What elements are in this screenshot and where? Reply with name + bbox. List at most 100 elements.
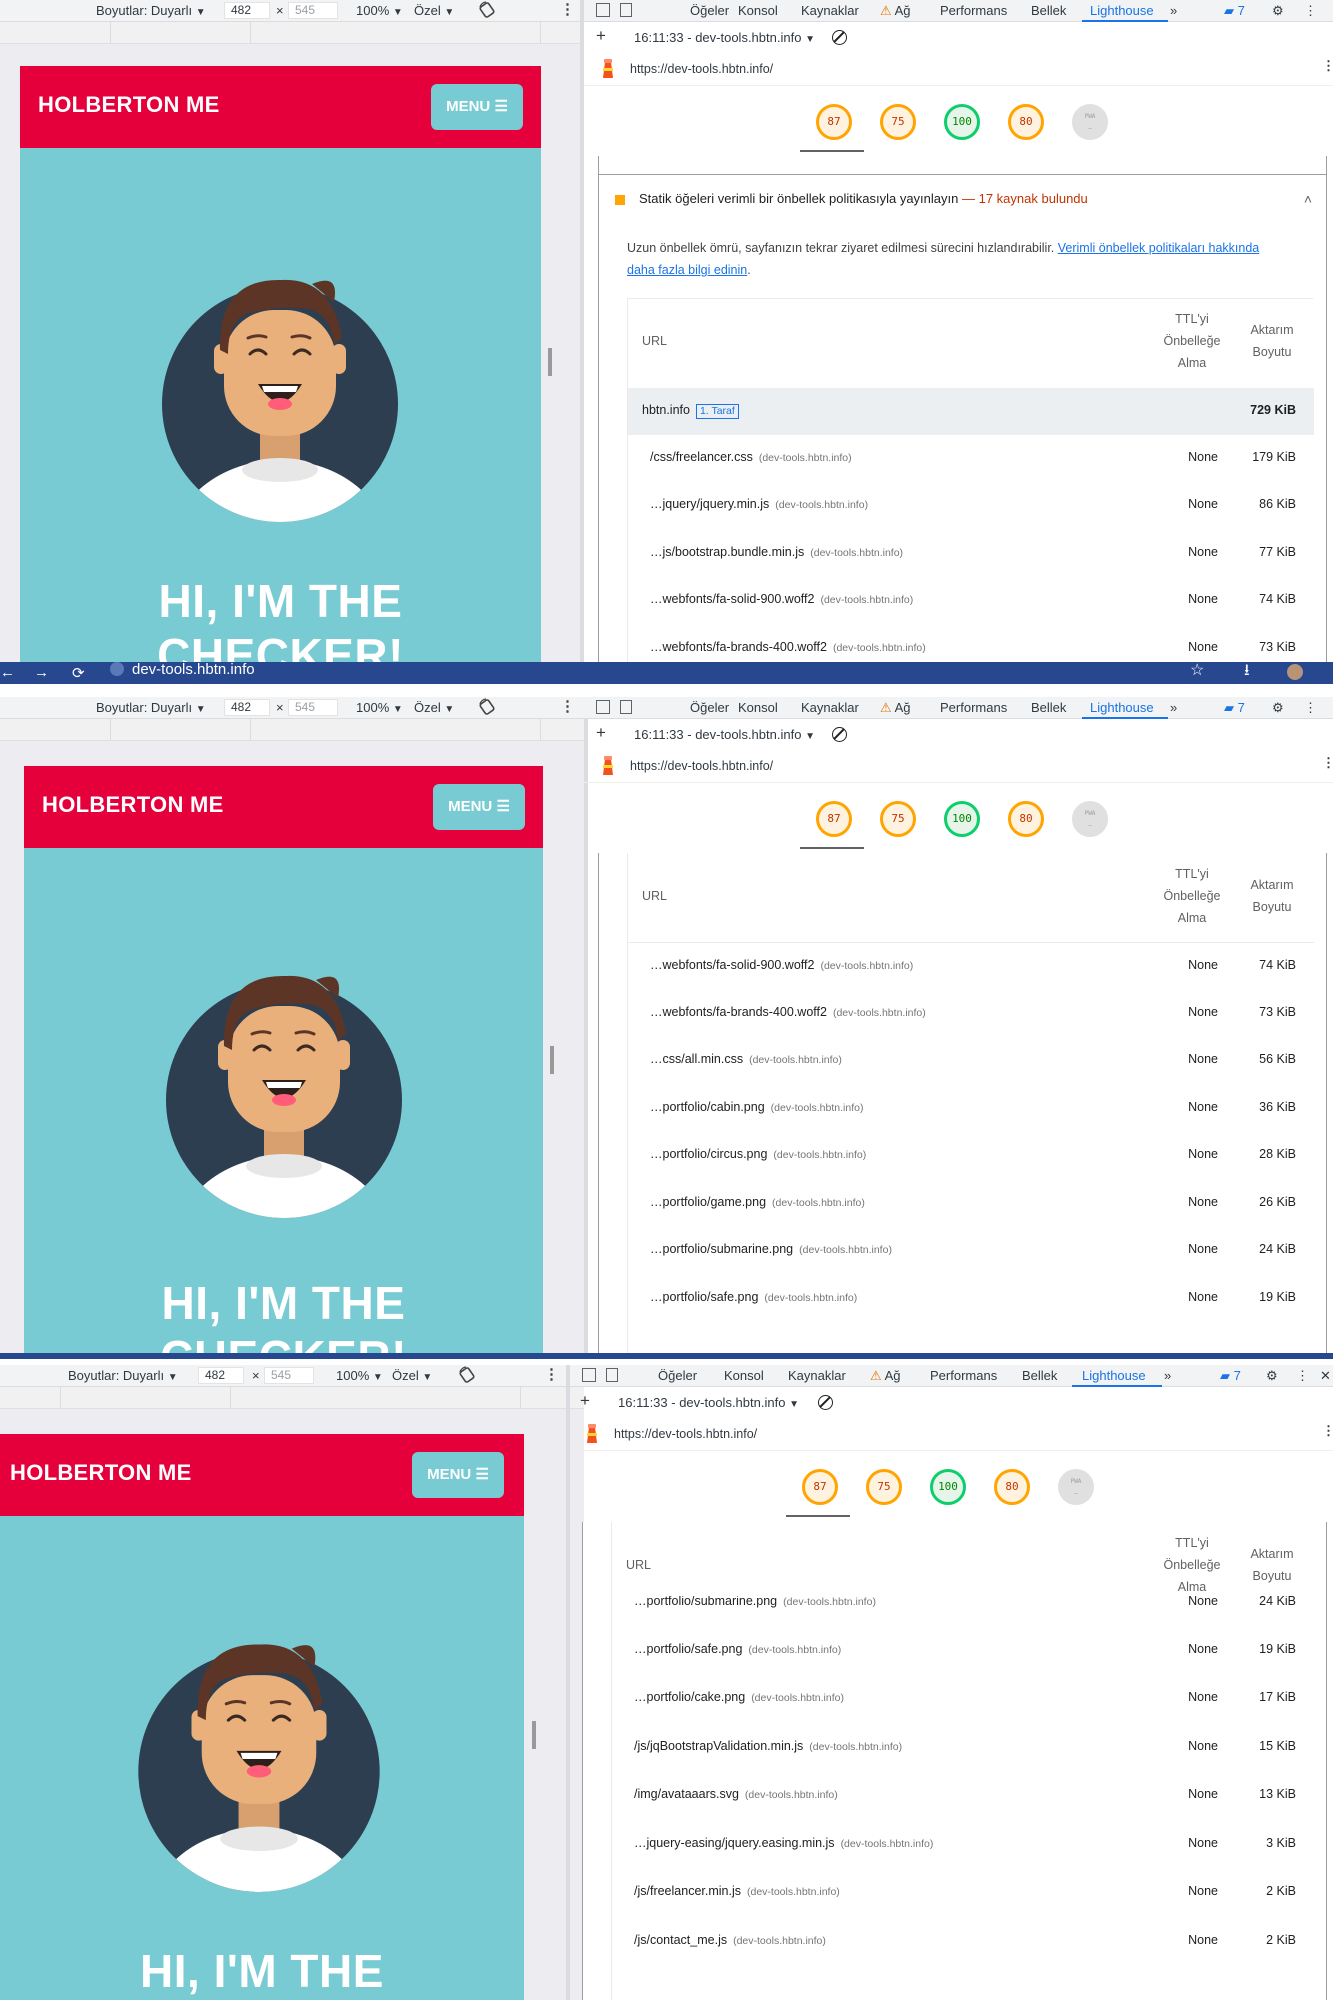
issues-badge[interactable]: ▰ 7 xyxy=(1224,3,1245,19)
gauge-accessibility[interactable]: 75 xyxy=(880,801,916,837)
gauge-best-practices[interactable]: 100 xyxy=(944,104,980,140)
gauge-pwa[interactable]: PWA — xyxy=(1058,1469,1094,1505)
clear-reports-icon[interactable] xyxy=(832,727,847,742)
more-tabs-icon[interactable]: » xyxy=(1170,700,1177,716)
device-more-icon[interactable]: ⋮ xyxy=(560,699,575,715)
issues-badge[interactable]: ▰ 7 xyxy=(1220,1368,1241,1384)
settings-icon[interactable]: ⚙ xyxy=(1272,3,1284,19)
devtools-more-icon[interactable]: ⋮ xyxy=(1304,700,1317,716)
gauge-best-practices[interactable]: 100 xyxy=(930,1469,966,1505)
collapse-chevron-icon[interactable]: ˄ xyxy=(1304,191,1312,207)
settings-icon[interactable]: ⚙ xyxy=(1272,700,1284,716)
device-toggle-icon[interactable] xyxy=(606,1368,618,1382)
tab-memory[interactable]: Bellek xyxy=(1022,1368,1057,1384)
viewport-resize-handle[interactable] xyxy=(550,1046,554,1074)
brand-logo[interactable]: HOLBERTON ME xyxy=(38,92,220,118)
report-more-icon[interactable]: ⋮ xyxy=(1322,755,1333,771)
throttle-dropdown[interactable]: Özel ▼ xyxy=(392,1368,432,1386)
width-input[interactable]: 482 xyxy=(198,1367,244,1384)
dimensions-dropdown[interactable]: Boyutlar: Duyarlı ▼ xyxy=(96,3,206,21)
rotate-icon[interactable] xyxy=(478,698,496,716)
tab-memory[interactable]: Bellek xyxy=(1031,3,1066,19)
tab-network[interactable]: ⚠ Ağ xyxy=(880,3,910,19)
width-input[interactable]: 482 xyxy=(224,699,270,716)
tab-console[interactable]: Konsol xyxy=(724,1368,764,1384)
gauge-seo[interactable]: 80 xyxy=(1008,104,1044,140)
throttle-dropdown[interactable]: Özel ▼ xyxy=(414,3,454,21)
devtools-more-icon[interactable]: ⋮ xyxy=(1304,3,1317,19)
more-tabs-icon[interactable]: » xyxy=(1170,3,1177,19)
gauge-best-practices[interactable]: 100 xyxy=(944,801,980,837)
tab-sources[interactable]: Kaynaklar xyxy=(788,1368,846,1384)
inspect-icon[interactable] xyxy=(596,700,610,714)
tab-network[interactable]: ⚠ Ağ xyxy=(870,1368,900,1384)
tab-performance[interactable]: Performans xyxy=(930,1368,997,1384)
brand-logo[interactable]: HOLBERTON ME xyxy=(42,792,224,818)
gauge-pwa[interactable]: PWA — xyxy=(1072,104,1108,140)
gauge-performance[interactable]: 87 xyxy=(816,801,852,837)
devtools-more-icon[interactable]: ⋮ xyxy=(1296,1368,1309,1384)
height-input[interactable]: 545 xyxy=(288,699,338,716)
tab-lighthouse[interactable]: Lighthouse xyxy=(1090,700,1154,716)
tab-lighthouse[interactable]: Lighthouse xyxy=(1090,3,1154,19)
tab-performance[interactable]: Performans xyxy=(940,700,1007,716)
tab-sources[interactable]: Kaynaklar xyxy=(801,3,859,19)
more-tabs-icon[interactable]: » xyxy=(1164,1368,1171,1384)
tab-console[interactable]: Konsol xyxy=(738,3,778,19)
issues-badge[interactable]: ▰ 7 xyxy=(1224,700,1245,716)
menu-button[interactable]: MENU ☰ xyxy=(431,84,523,130)
device-more-icon[interactable]: ⋮ xyxy=(544,1367,559,1383)
tab-elements[interactable]: Öğeler xyxy=(690,700,729,716)
zoom-dropdown[interactable]: 100% ▼ xyxy=(356,3,403,21)
new-report-icon[interactable]: + xyxy=(580,1391,590,1411)
forward-icon[interactable]: → xyxy=(34,664,49,681)
viewport-resize-handle[interactable] xyxy=(548,348,552,376)
menu-button[interactable]: MENU ☰ xyxy=(433,784,525,830)
device-more-icon[interactable]: ⋮ xyxy=(560,2,575,18)
new-report-icon[interactable]: + xyxy=(596,26,606,46)
height-input[interactable]: 545 xyxy=(288,2,338,19)
inspect-icon[interactable] xyxy=(582,1368,596,1382)
dimensions-dropdown[interactable]: Boyutlar: Duyarlı ▼ xyxy=(68,1368,178,1386)
reload-icon[interactable]: ⟳ xyxy=(72,664,85,682)
devtools-close-icon[interactable]: ✕ xyxy=(1320,1368,1331,1384)
brand-logo[interactable]: HOLBERTON ME xyxy=(10,1460,192,1486)
audit-title[interactable]: Statik öğeleri verimli bir önbellek poli… xyxy=(639,191,1088,206)
tab-sources[interactable]: Kaynaklar xyxy=(801,700,859,716)
device-toggle-icon[interactable] xyxy=(620,700,632,714)
gauge-seo[interactable]: 80 xyxy=(1008,801,1044,837)
device-toggle-icon[interactable] xyxy=(620,3,632,17)
bookmark-star-icon[interactable]: ☆ xyxy=(1190,662,1204,680)
throttle-dropdown[interactable]: Özel ▼ xyxy=(414,700,454,718)
tab-lighthouse[interactable]: Lighthouse xyxy=(1082,1368,1146,1384)
address-bar[interactable]: dev-tools.hbtn.info xyxy=(110,662,255,680)
tab-network[interactable]: ⚠ Ağ xyxy=(880,700,910,716)
gauge-pwa[interactable]: PWA — xyxy=(1072,801,1108,837)
viewport-resize-handle[interactable] xyxy=(532,1721,536,1749)
report-more-icon[interactable]: ⋮ xyxy=(1322,1423,1333,1439)
height-input[interactable]: 545 xyxy=(264,1367,314,1384)
width-input[interactable]: 482 xyxy=(224,2,270,19)
report-selector[interactable]: 16:11:33 - dev-tools.hbtn.info ▼ xyxy=(634,727,815,742)
gauge-accessibility[interactable]: 75 xyxy=(866,1469,902,1505)
inspect-icon[interactable] xyxy=(596,3,610,17)
report-selector[interactable]: 16:11:33 - dev-tools.hbtn.info ▼ xyxy=(618,1395,799,1410)
tab-memory[interactable]: Bellek xyxy=(1031,700,1066,716)
clear-reports-icon[interactable] xyxy=(818,1395,833,1410)
site-info-icon[interactable] xyxy=(110,662,124,676)
zoom-dropdown[interactable]: 100% ▼ xyxy=(336,1368,383,1386)
dimensions-dropdown[interactable]: Boyutlar: Duyarlı ▼ xyxy=(96,700,206,718)
menu-button[interactable]: MENU ☰ xyxy=(412,1452,504,1498)
gauge-seo[interactable]: 80 xyxy=(994,1469,1030,1505)
gauge-performance[interactable]: 87 xyxy=(816,104,852,140)
rotate-icon[interactable] xyxy=(478,1,496,19)
gauge-accessibility[interactable]: 75 xyxy=(880,104,916,140)
rotate-icon[interactable] xyxy=(458,1366,476,1384)
zoom-dropdown[interactable]: 100% ▼ xyxy=(356,700,403,718)
tab-performance[interactable]: Performans xyxy=(940,3,1007,19)
back-icon[interactable]: ← xyxy=(0,664,15,681)
tab-elements[interactable]: Öğeler xyxy=(690,3,729,19)
profile-avatar[interactable] xyxy=(1287,664,1303,680)
clear-reports-icon[interactable] xyxy=(832,30,847,45)
gauge-performance[interactable]: 87 xyxy=(802,1469,838,1505)
